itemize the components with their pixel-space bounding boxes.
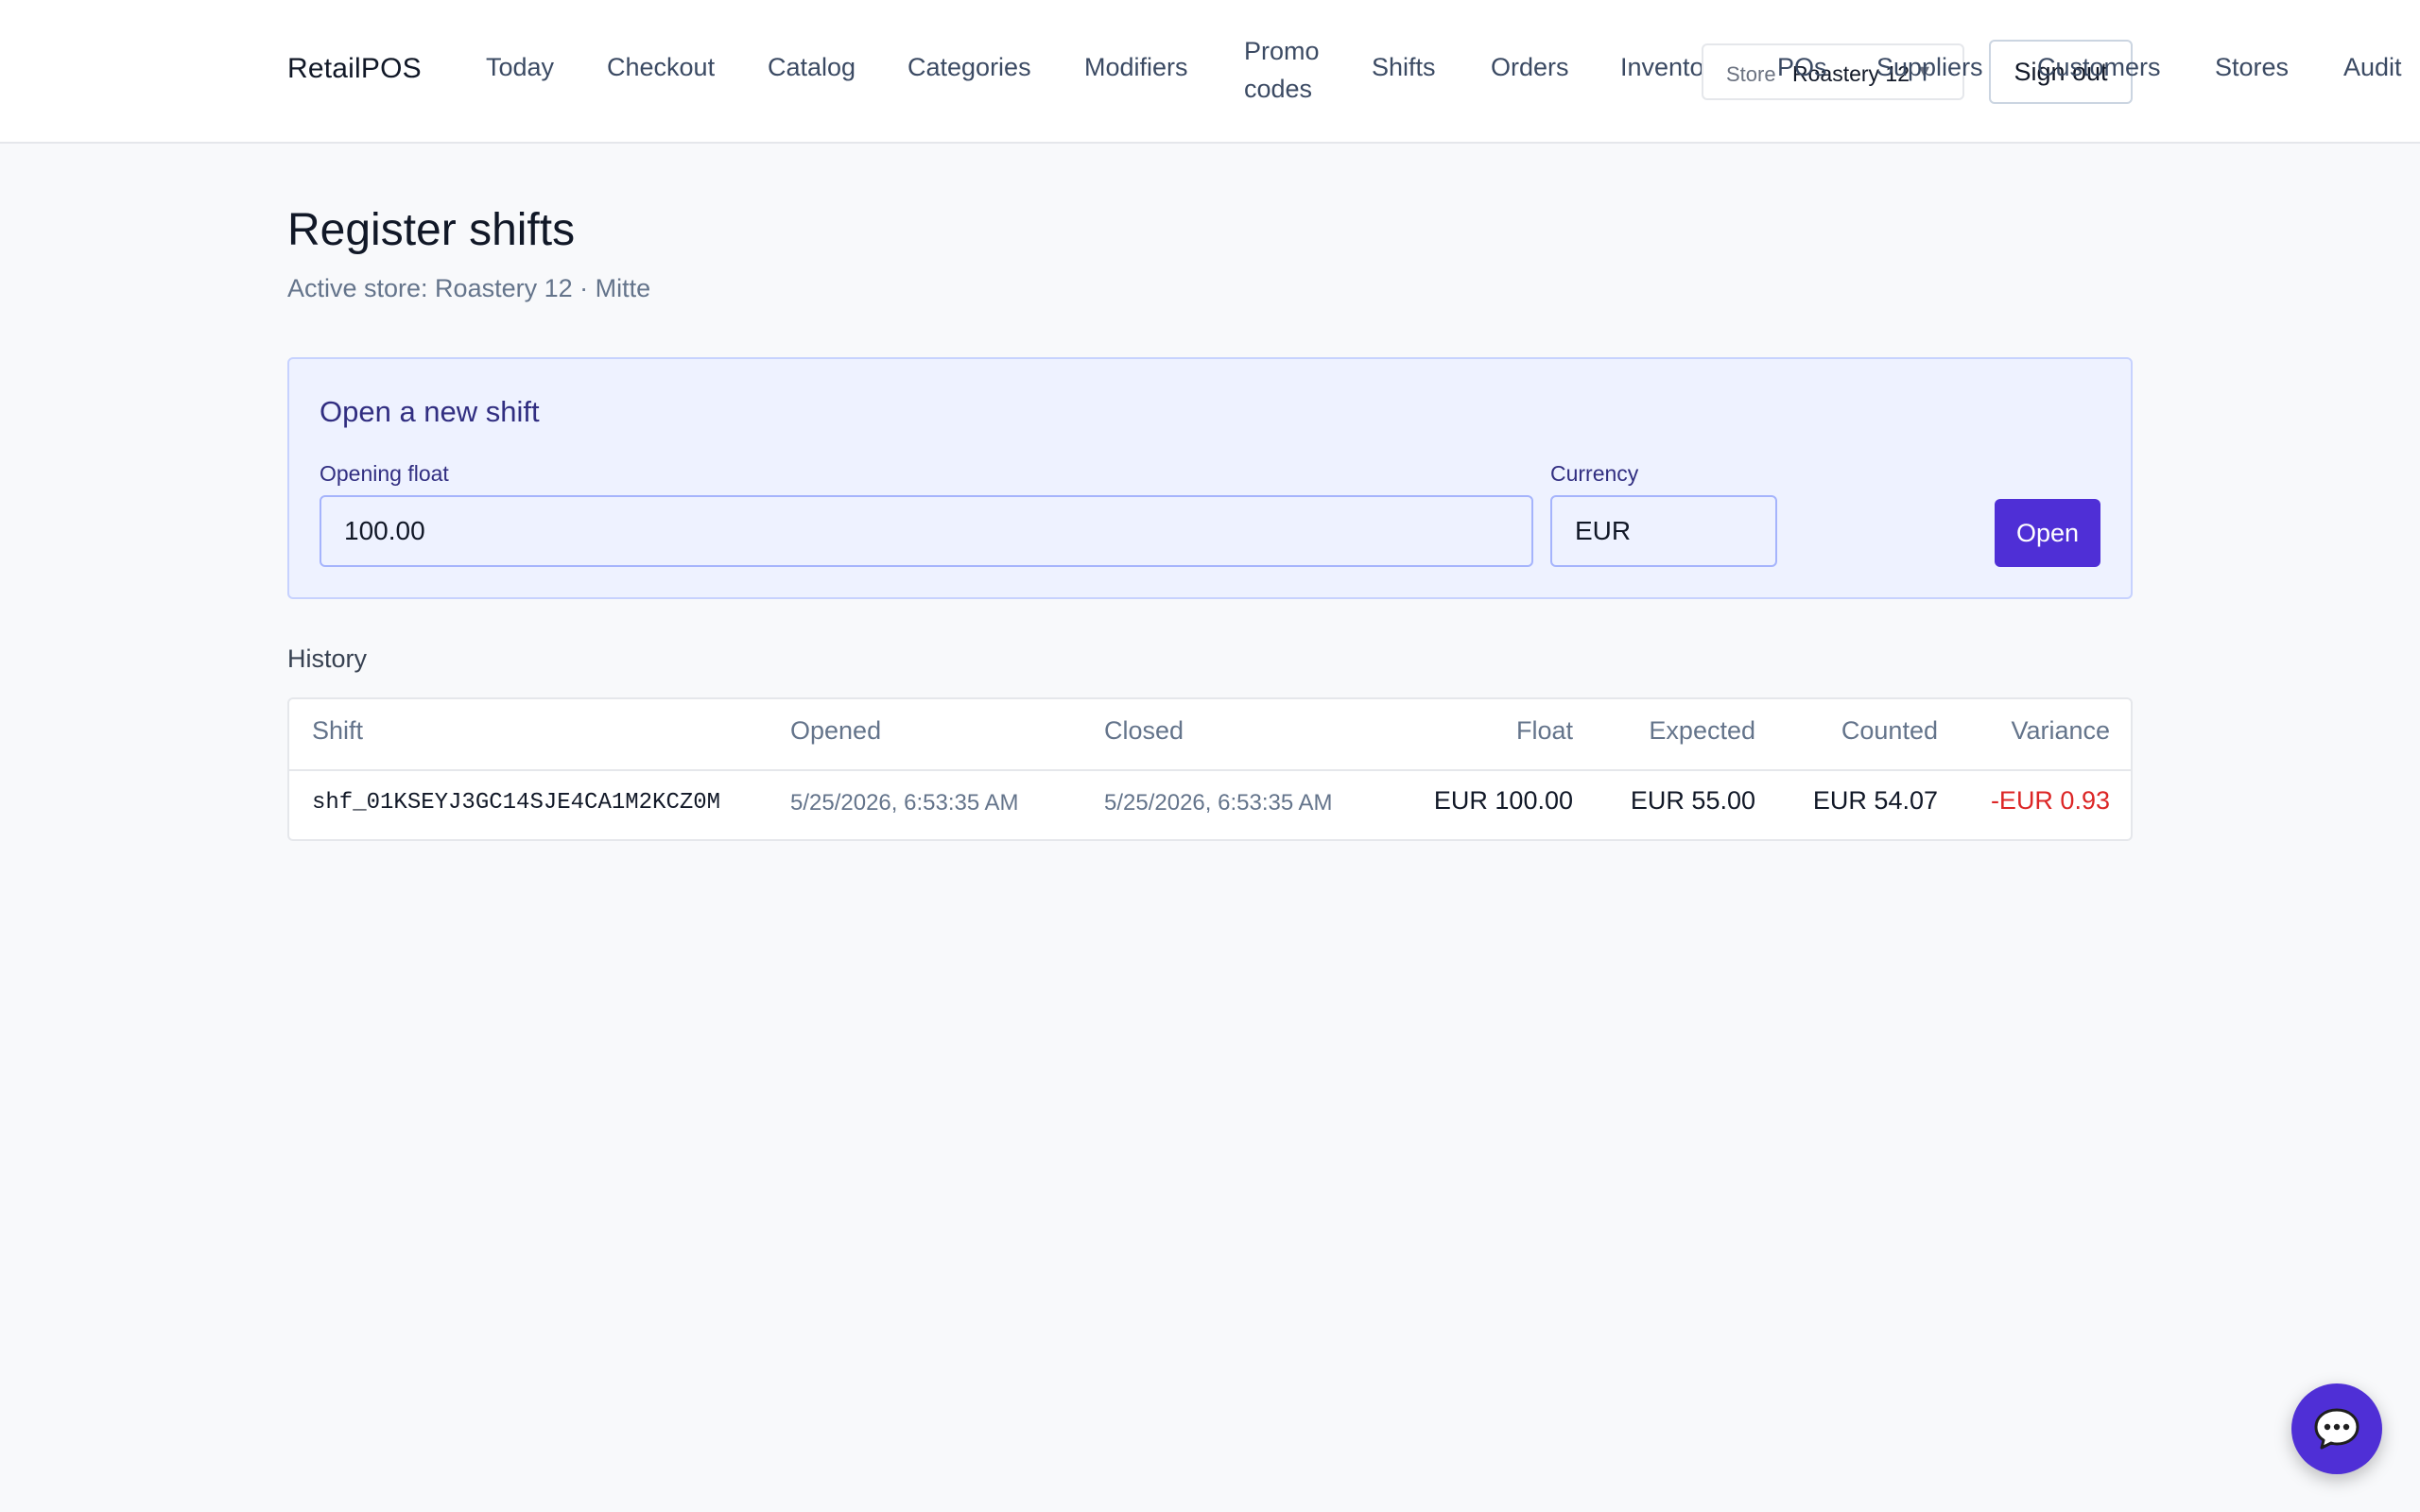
store-select-label: Store bbox=[1726, 62, 1776, 86]
nav-audit[interactable]: Audit bbox=[2343, 53, 2402, 82]
currency-label: Currency bbox=[1550, 461, 1639, 486]
expected-cell: EUR 55.00 bbox=[1630, 786, 1755, 815]
counted-cell: EUR 54.07 bbox=[1812, 786, 1938, 815]
history-heading: History bbox=[287, 644, 368, 673]
nav-customers[interactable]: Customers bbox=[2037, 53, 2161, 82]
closed-cell: 5/25/2026, 6:53:35 AM bbox=[1104, 790, 1333, 816]
opened-cell: 5/25/2026, 6:53:35 AM bbox=[790, 790, 1019, 816]
open-shift-button[interactable]: Open bbox=[1995, 499, 2100, 567]
nav-stores[interactable]: Stores bbox=[2215, 53, 2289, 82]
chat-bubble-icon bbox=[2314, 1408, 2360, 1450]
table-header-divider bbox=[289, 769, 2131, 771]
column-header-counted: Counted bbox=[1841, 716, 1938, 745]
shift-history-table: Shift Opened Closed Float Expected Count… bbox=[287, 697, 2133, 841]
column-header-variance: Variance bbox=[2011, 716, 2110, 745]
nav-modifiers[interactable]: Modifiers bbox=[1084, 53, 1188, 82]
column-header-shift: Shift bbox=[312, 716, 364, 745]
currency-input[interactable] bbox=[1550, 495, 1777, 567]
open-shift-title: Open a new shift bbox=[320, 395, 540, 428]
float-cell: EUR 100.00 bbox=[1433, 786, 1573, 815]
chat-button[interactable] bbox=[2291, 1383, 2382, 1474]
nav-today[interactable]: Today bbox=[486, 53, 554, 82]
column-header-closed: Closed bbox=[1104, 716, 1184, 745]
page-title: Register shifts bbox=[287, 205, 576, 255]
nav-promo-codes[interactable]: Promo codes bbox=[1244, 32, 1329, 108]
top-navigation-bar: RetailPOS Today Checkout Catalog Categor… bbox=[0, 0, 2420, 144]
nav-checkout[interactable]: Checkout bbox=[607, 53, 715, 82]
active-store-subtitle: Active store: Roastery 12 · Mitte bbox=[287, 274, 651, 302]
nav-orders[interactable]: Orders bbox=[1491, 53, 1569, 82]
column-header-float: Float bbox=[1515, 716, 1573, 745]
nav-shifts[interactable]: Shifts bbox=[1372, 53, 1436, 82]
nav-catalog[interactable]: Catalog bbox=[768, 53, 856, 82]
opening-float-label: Opening float bbox=[320, 461, 449, 486]
column-header-opened: Opened bbox=[790, 716, 882, 745]
nav-suppliers[interactable]: Suppliers bbox=[1876, 53, 1983, 82]
opening-float-input[interactable] bbox=[320, 495, 1533, 567]
nav-categories[interactable]: Categories bbox=[908, 53, 1031, 82]
shift-id-cell: shf_01KSEYJ3GC14SJE4CA1M2KCZ0M bbox=[312, 790, 721, 816]
open-shift-card: Open a new shift Opening float Currency … bbox=[287, 357, 2133, 599]
nav-pos[interactable]: POs bbox=[1777, 53, 1827, 82]
app-brand[interactable]: RetailPOS bbox=[287, 53, 422, 85]
column-header-expected: Expected bbox=[1649, 716, 1755, 745]
variance-cell: -EUR 0.93 bbox=[1990, 786, 2110, 815]
